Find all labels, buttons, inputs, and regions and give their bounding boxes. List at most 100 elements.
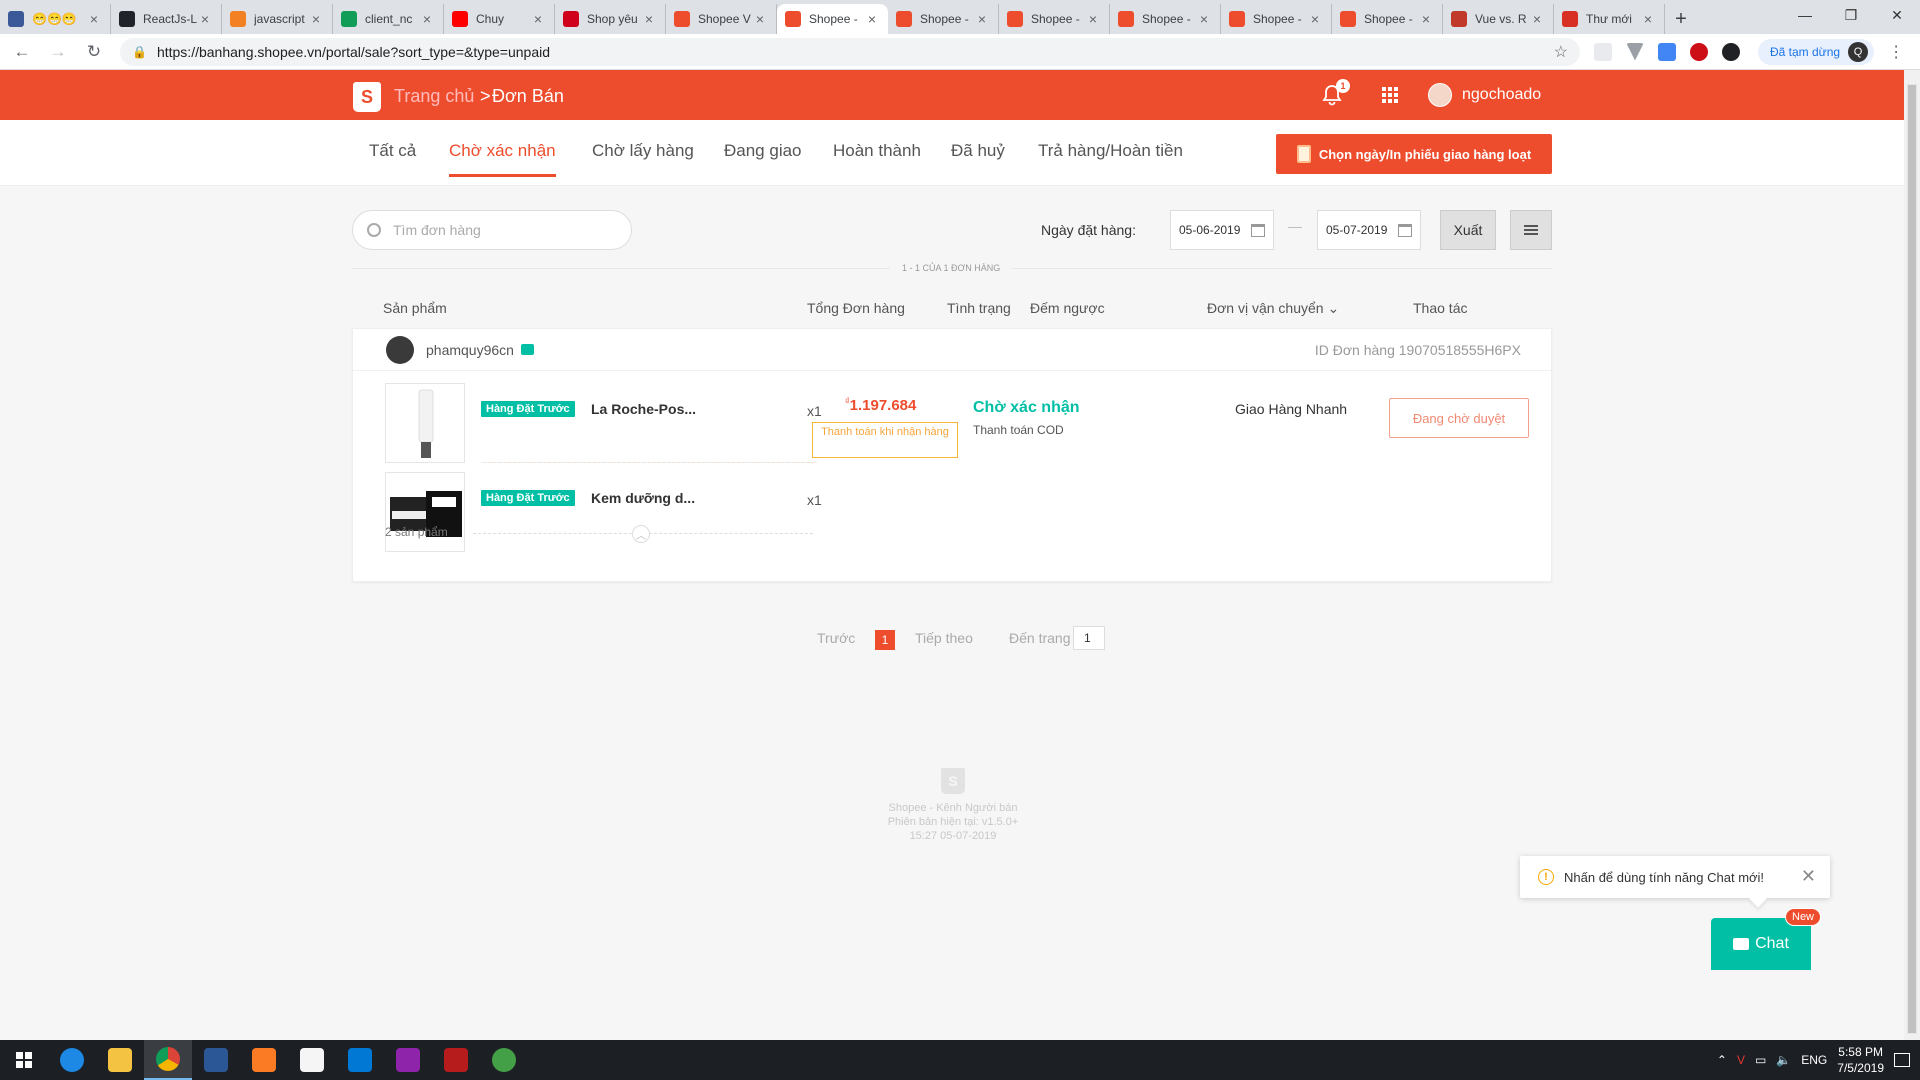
vscode-app[interactable] [336,1040,384,1080]
close-tab-icon[interactable]: × [974,11,990,27]
close-tab-icon[interactable]: × [1418,11,1434,27]
close-tab-icon[interactable]: × [1529,11,1545,27]
date-to-input[interactable]: 05-07-2019 [1317,210,1421,250]
chrome-app[interactable] [144,1040,192,1080]
browser-tab[interactable]: ReactJs-L × [111,4,222,34]
app-icon[interactable] [480,1040,528,1080]
goto-page-input[interactable]: 1 [1073,626,1105,650]
close-tab-icon[interactable]: × [1085,11,1101,27]
prev-page-link[interactable]: Trước [817,630,855,646]
order-tab[interactable]: Trả hàng/Hoàn tiền [1038,141,1183,174]
next-page-link[interactable]: Tiếp theo [915,630,973,646]
maximize-icon[interactable]: ❐ [1828,0,1874,30]
close-tab-icon[interactable]: × [752,11,768,27]
breadcrumb-home[interactable]: Trang chủ [394,86,474,107]
notifications-icon[interactable] [1894,1053,1910,1067]
search-input[interactable]: Tìm đơn hàng [352,210,632,250]
current-page[interactable]: 1 [875,630,895,650]
buyer-avatar[interactable] [386,336,414,364]
order-tab[interactable]: Chờ lấy hàng [592,141,694,174]
username[interactable]: ngochoado [1462,86,1541,104]
vertical-scrollbar[interactable] [1904,70,1920,1040]
browser-tab[interactable]: 😁😁😁 × [0,4,111,34]
profile-paused-chip[interactable]: Đã tạm dừng Q [1758,38,1875,65]
forward-icon[interactable]: → [44,38,72,66]
network-icon[interactable]: ▭ [1755,1053,1766,1067]
browser-tab[interactable]: Shopee - × [777,4,888,34]
browser-tab[interactable]: javascript × [222,4,333,34]
clock[interactable]: 5:58 PM 7/5/2019 [1837,1044,1884,1076]
input-language[interactable]: ENG [1801,1053,1827,1067]
chat-bubble-icon[interactable] [521,344,534,355]
browser-tab[interactable]: Shopee - × [1332,4,1443,34]
user-avatar[interactable] [1428,83,1452,107]
extension-dark-icon[interactable] [1722,42,1740,61]
winrar-app[interactable] [384,1040,432,1080]
collapse-chevron-icon[interactable]: ︿ [632,525,650,543]
close-tab-icon[interactable]: × [1307,11,1323,27]
chevron-up-icon[interactable]: ⌃ [1717,1053,1727,1067]
column-carrier[interactable]: Đơn vị vận chuyển ⌄ [1207,300,1339,317]
app-icon[interactable] [288,1040,336,1080]
close-tab-icon[interactable]: × [1640,11,1656,27]
back-icon[interactable]: ← [8,38,36,66]
browser-menu-icon[interactable]: ⋮ [1888,42,1904,62]
antivirus-icon[interactable]: V [1737,1053,1745,1067]
reload-icon[interactable]: ↻ [80,38,108,66]
close-icon[interactable]: ✕ [1801,866,1816,887]
xampp-app[interactable] [240,1040,288,1080]
order-item[interactable]: Hàng Đặt Trước Kem dưỡng d... x1 [385,472,822,552]
close-tab-icon[interactable]: × [86,11,102,27]
edge-app[interactable] [48,1040,96,1080]
close-tab-icon[interactable]: × [1196,11,1212,27]
powershell-app[interactable] [192,1040,240,1080]
order-tab[interactable]: Đã huỷ [951,141,1005,174]
scrollbar-thumb[interactable] [1907,84,1917,1034]
close-tab-icon[interactable]: × [641,11,657,27]
browser-tab[interactable]: Shopee - × [1110,4,1221,34]
pending-approval-button[interactable]: Đang chờ duyệt [1389,398,1529,438]
preorder-tag: Hàng Đặt Trước [481,490,575,506]
list-view-button[interactable] [1510,210,1552,250]
order-tab[interactable]: Hoàn thành [833,141,921,174]
browser-tab[interactable]: client_nc × [333,4,444,34]
date-from-input[interactable]: 05-06-2019 [1170,210,1274,250]
order-tab[interactable]: Đang giao [724,141,802,174]
export-button[interactable]: Xuất [1440,210,1496,250]
order-item[interactable]: Hàng Đặt Trước La Roche-Pos... x1 [385,383,822,463]
bookmark-star-icon[interactable]: ☆ [1554,42,1568,62]
close-tab-icon[interactable]: × [308,11,324,27]
browser-tab[interactable]: Chuy × [444,4,555,34]
browser-tab[interactable]: Shop yêu × [555,4,666,34]
order-tab[interactable]: Chờ xác nhận [449,141,556,177]
file-explorer-app[interactable] [96,1040,144,1080]
browser-tab[interactable]: Shopee - × [999,4,1110,34]
opera-extension-icon[interactable] [1690,42,1708,61]
close-window-icon[interactable]: ✕ [1874,0,1920,30]
extension-icon[interactable] [1594,42,1612,61]
browser-tab[interactable]: Vue vs. R × [1443,4,1554,34]
translate-extension-icon[interactable] [1658,42,1676,61]
close-tab-icon[interactable]: × [864,11,880,27]
chat-tooltip[interactable]: ! Nhấn để dùng tính năng Chat mới! ✕ [1520,856,1830,898]
volume-icon[interactable]: 🔈 [1776,1053,1791,1067]
close-tab-icon[interactable]: × [419,11,435,27]
shopee-logo-icon[interactable]: S [353,82,381,112]
bulk-print-button[interactable]: Chọn ngày/In phiếu giao hàng loạt [1276,134,1552,174]
browser-tab[interactable]: Thư mới × [1554,4,1665,34]
minimize-icon[interactable]: — [1782,0,1828,30]
browser-tab[interactable]: Shopee V × [666,4,777,34]
close-tab-icon[interactable]: × [197,11,213,27]
close-tab-icon[interactable]: × [530,11,546,27]
vpn-extension-icon[interactable] [1626,42,1644,61]
order-total: ₫1.197.684 [845,396,916,414]
filezilla-app[interactable] [432,1040,480,1080]
buyer-name[interactable]: phamquy96cn [426,342,514,358]
address-bar[interactable]: 🔒 https://banhang.shopee.vn/portal/sale?… [120,37,1580,66]
new-tab-icon[interactable]: + [1665,4,1697,34]
order-tab[interactable]: Tất cả [369,141,416,174]
browser-tab[interactable]: Shopee - × [1221,4,1332,34]
start-button[interactable] [0,1040,48,1080]
browser-tab[interactable]: Shopee - × [888,4,999,34]
apps-grid-icon[interactable] [1382,87,1398,103]
